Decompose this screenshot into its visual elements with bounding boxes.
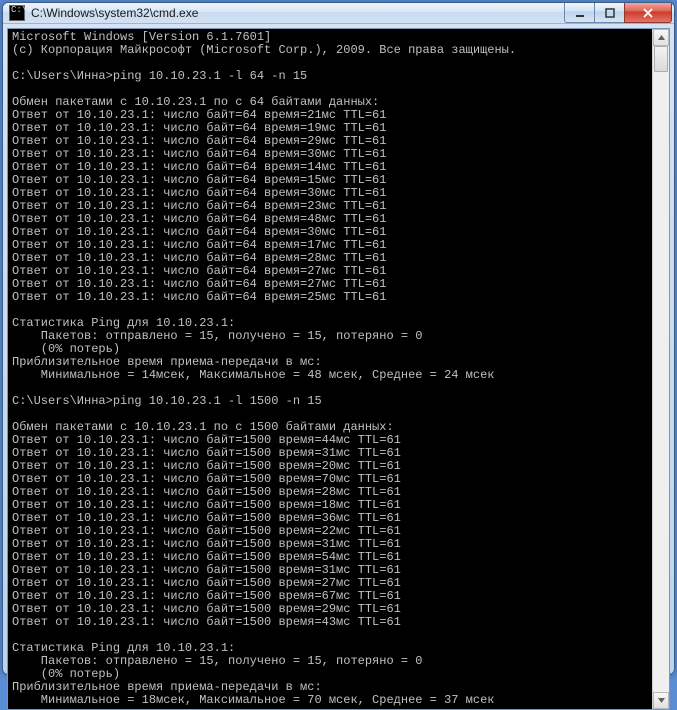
cmd-icon: C:\ bbox=[9, 5, 25, 21]
close-icon bbox=[642, 8, 654, 18]
chevron-down-icon bbox=[657, 696, 666, 705]
maximize-button[interactable] bbox=[594, 3, 624, 23]
scroll-track[interactable] bbox=[653, 46, 669, 692]
scroll-up-button[interactable] bbox=[653, 29, 669, 46]
console-output[interactable]: Microsoft Windows [Version 6.1.7601] (c)… bbox=[8, 29, 652, 709]
minimize-button[interactable] bbox=[564, 3, 594, 23]
titlebar[interactable]: C:\ C:\Windows\system32\cmd.exe bbox=[3, 3, 674, 24]
window-title: C:\Windows\system32\cmd.exe bbox=[31, 6, 564, 20]
maximize-icon bbox=[605, 8, 615, 18]
vertical-scrollbar[interactable] bbox=[652, 29, 669, 709]
close-button[interactable] bbox=[624, 3, 672, 23]
chevron-up-icon bbox=[657, 33, 666, 42]
scroll-down-button[interactable] bbox=[653, 692, 669, 709]
window-controls bbox=[564, 3, 672, 23]
cmd-window: C:\ C:\Windows\system32\cmd.exe Microsof… bbox=[2, 2, 675, 675]
client-area: Microsoft Windows [Version 6.1.7601] (c)… bbox=[7, 28, 670, 710]
minimize-icon bbox=[575, 8, 585, 18]
scroll-thumb[interactable] bbox=[654, 46, 668, 72]
